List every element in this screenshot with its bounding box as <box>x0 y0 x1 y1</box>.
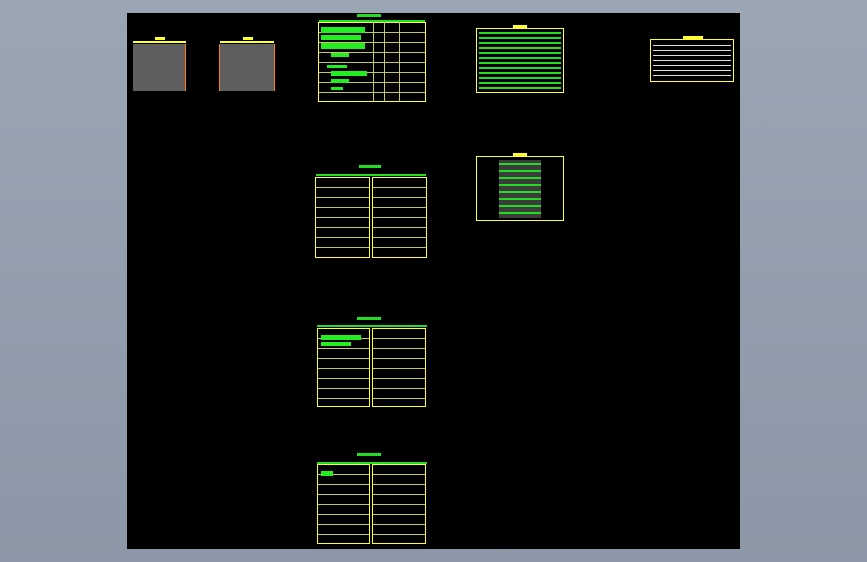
sheet-title <box>357 453 381 456</box>
gray-image-block <box>133 44 186 91</box>
gray-image-block <box>220 44 274 91</box>
sheet-title <box>357 14 381 17</box>
sheet-title <box>359 165 381 168</box>
drawing-canvas[interactable] <box>127 13 740 549</box>
sheet-title <box>357 317 381 320</box>
